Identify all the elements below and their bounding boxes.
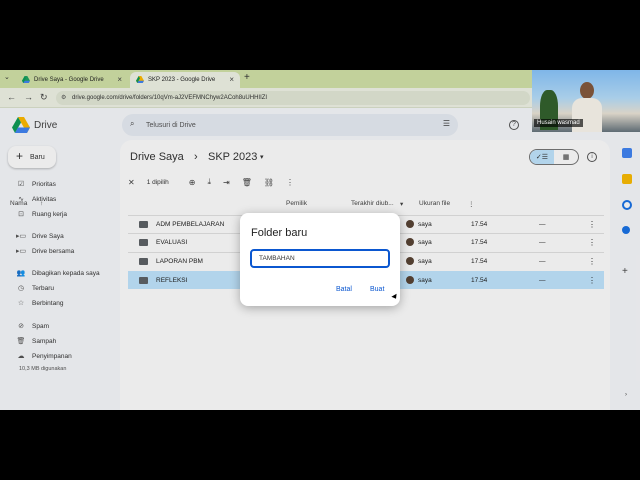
folder-name-input[interactable]: TAMBAHAN <box>250 249 390 268</box>
webcam-overlay: Husain wasmad <box>532 70 640 132</box>
folder-name-value: TAMBAHAN <box>259 255 295 262</box>
create-button[interactable]: Buat <box>370 286 384 293</box>
webcam-name: Husain wasmad <box>534 119 583 127</box>
new-folder-dialog: Folder baru TAMBAHAN Batal Buat <box>240 213 400 306</box>
dialog-title: Folder baru <box>251 227 308 239</box>
webcam-person-head <box>580 82 594 99</box>
cancel-button[interactable]: Batal <box>336 286 352 293</box>
browser-window: ⌄ Drive Saya - Google Drive × SKP 2023 -… <box>0 70 640 410</box>
